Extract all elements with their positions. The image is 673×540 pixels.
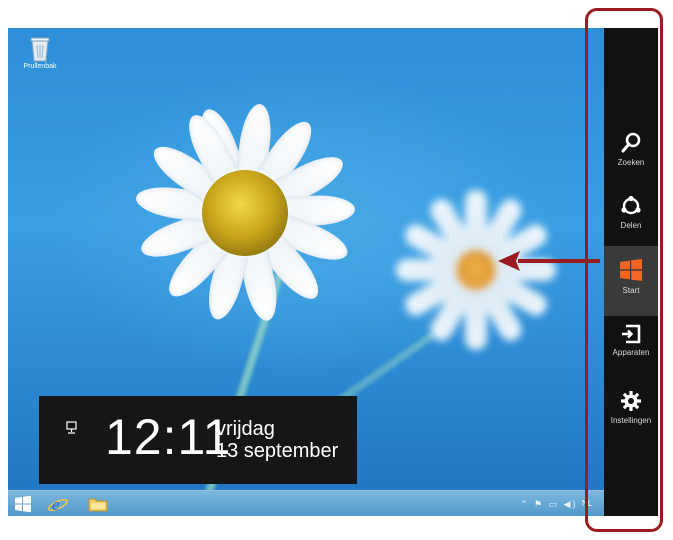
clock-time: 12:11 [105, 409, 232, 465]
clock-panel: 12:11 vrijdag 13 september [39, 396, 357, 484]
pointer-arrow-icon [498, 251, 600, 271]
folder-icon [88, 498, 108, 512]
clock-day: vrijdag [216, 418, 275, 440]
system-tray-icons[interactable]: ⌃ ⚑ ▭ ◀) [520, 499, 578, 510]
internet-explorer-icon: e [48, 495, 68, 514]
taskbar-file-explorer[interactable] [88, 494, 108, 514]
taskbar-start-button[interactable] [14, 494, 34, 514]
desktop[interactable]: Prullenbak 12:11 vrijdag 13 september e [8, 28, 658, 516]
windows-logo-icon [15, 495, 31, 513]
recycle-bin-icon [30, 37, 50, 62]
recycle-bin-label: Prullenbak [23, 63, 57, 70]
network-icon [66, 421, 77, 434]
taskbar: e ⌃ ⚑ ▭ ◀) NL [8, 490, 658, 516]
recycle-bin[interactable]: Prullenbak [16, 36, 64, 70]
taskbar-internet-explorer[interactable]: e [48, 494, 68, 514]
svg-text:e: e [52, 495, 60, 514]
clock-date: 13 september [216, 440, 339, 462]
